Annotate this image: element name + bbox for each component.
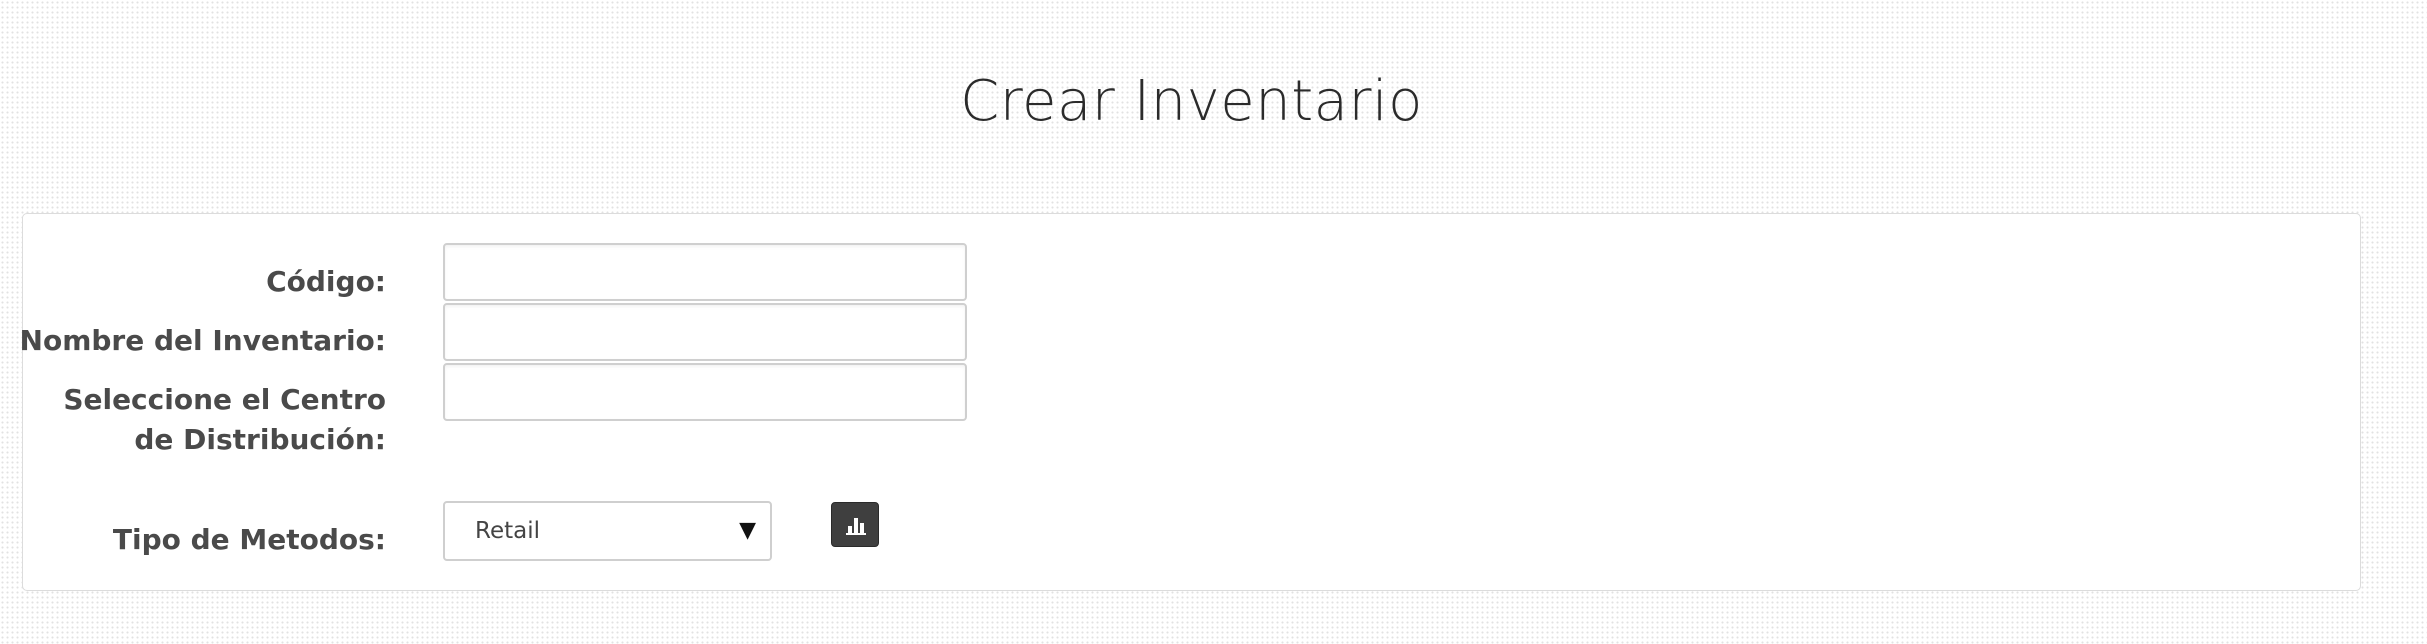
chevron-down-icon: ▼: [739, 518, 756, 543]
bar-chart-icon: [846, 518, 866, 535]
centro-distribucion-input[interactable]: [443, 363, 967, 421]
nombre-inventario-input[interactable]: [443, 303, 967, 361]
page-title: Crear Inventario: [960, 68, 1423, 134]
codigo-label: Código:: [266, 265, 386, 298]
tipo-metodos-label: Tipo de Metodos:: [112, 523, 386, 556]
codigo-input[interactable]: [443, 243, 967, 301]
tipo-metodos-select[interactable]: Retail ▼: [443, 501, 772, 561]
tipo-metodos-selected-value: Retail: [475, 518, 540, 544]
centro-distribucion-label: Seleccione el Centro de Distribución:: [63, 383, 386, 456]
chart-button[interactable]: [831, 502, 879, 547]
nombre-inventario-label: Nombre del Inventario:: [19, 324, 386, 357]
